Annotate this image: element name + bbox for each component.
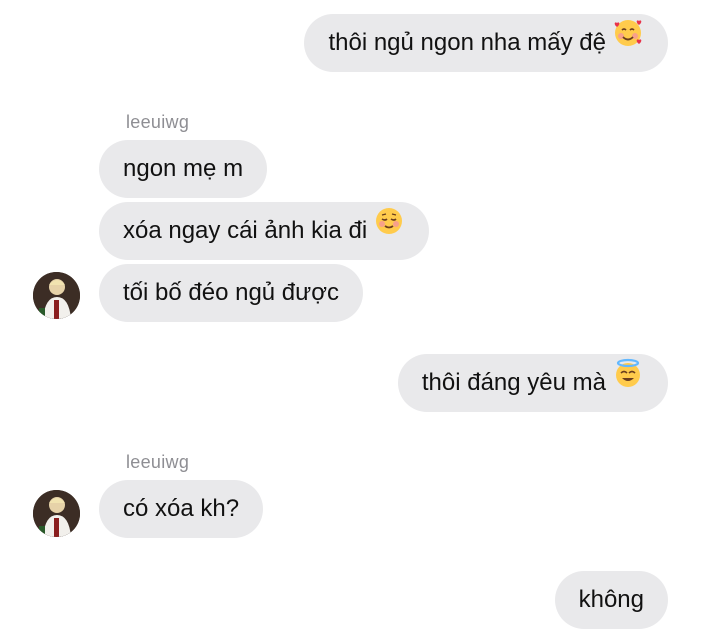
avatar[interactable] xyxy=(33,272,80,319)
message-text: có xóa kh? xyxy=(123,495,240,522)
message-bubble-incoming[interactable]: xóa ngay cái ảnh kia đi xyxy=(99,201,430,260)
smiling-face-with-halo-icon xyxy=(612,353,644,411)
message-bubble-outgoing[interactable]: không xyxy=(554,571,668,629)
message-bubble-outgoing[interactable]: thôi đáng yêu mà xyxy=(397,353,668,412)
message-text: thôi ngủ ngon nha mấy đệ xyxy=(328,29,606,56)
message-bubble-incoming[interactable]: tối bố đéo ngủ được xyxy=(99,264,363,322)
relieved-smiling-face-icon xyxy=(373,201,405,259)
avatar[interactable] xyxy=(33,490,80,537)
message-text: tối bố đéo ngủ được xyxy=(123,279,339,306)
smiling-face-with-hearts-icon xyxy=(612,13,644,71)
sender-name: leeuiwg xyxy=(126,112,190,132)
message-text: thôi đáng yêu mà xyxy=(421,369,606,396)
message-text: xóa ngay cái ảnh kia đi xyxy=(123,217,368,244)
message-bubble-incoming[interactable]: có xóa kh? xyxy=(99,480,264,538)
sender-name: leeuiwg xyxy=(126,452,190,472)
message-text: ngon mẹ m xyxy=(123,155,244,182)
chat-thread: thôi ngủ ngon nha mấy đệ leeuiwg ngon mẹ… xyxy=(0,0,720,632)
message-bubble-incoming[interactable]: ngon mẹ m xyxy=(99,140,268,198)
message-bubble-outgoing[interactable]: thôi ngủ ngon nha mấy đệ xyxy=(304,14,668,72)
message-text: không xyxy=(578,586,644,613)
